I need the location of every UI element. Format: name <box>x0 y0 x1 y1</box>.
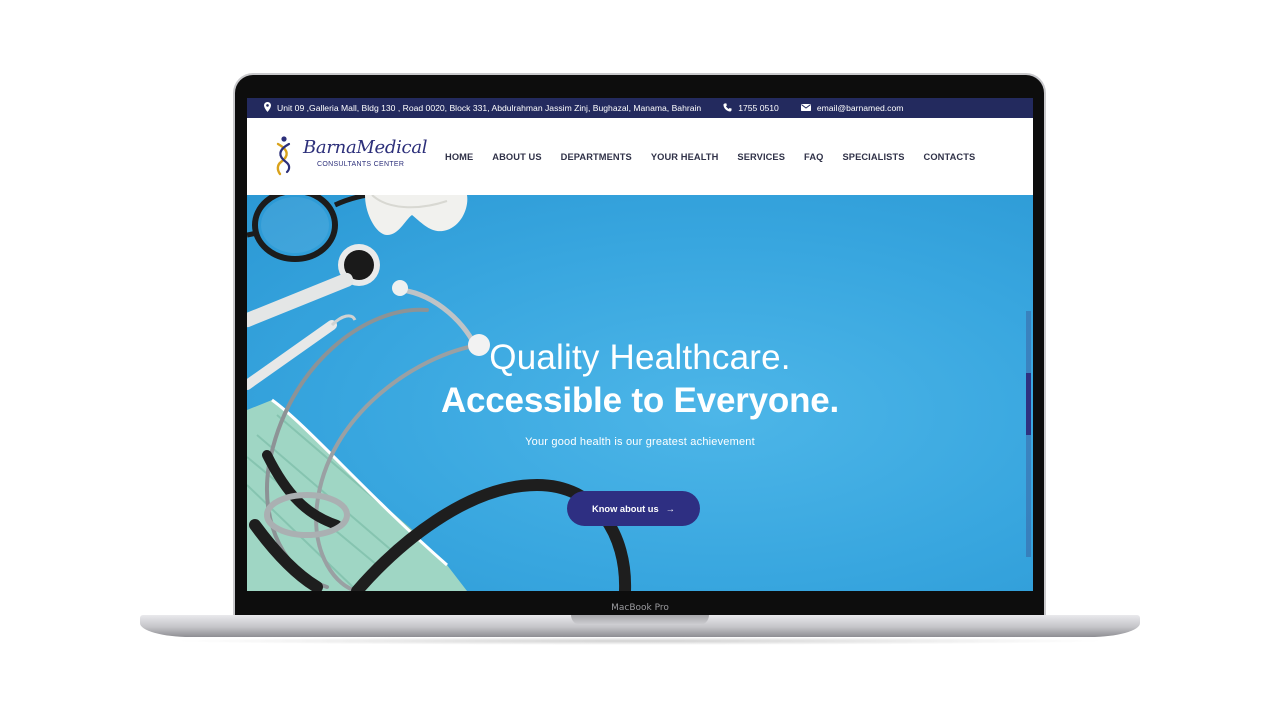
nav-contacts[interactable]: CONTACTS <box>924 152 976 162</box>
hero-title-line2: Accessible to Everyone. <box>440 381 840 420</box>
map-pin-icon <box>264 102 271 114</box>
arrow-right-icon: → <box>665 503 675 514</box>
phone-icon <box>723 102 732 114</box>
logo-subtitle: CONSULTANTS CENTER <box>317 161 405 168</box>
laptop-screen: Unit 09 ,Galleria Mall, Bldg 130 , Road … <box>247 98 1033 591</box>
know-about-us-label: Know about us <box>592 503 659 514</box>
email-text: email@barnamed.com <box>816 103 904 113</box>
logo-name: BarnaMedical <box>303 137 428 158</box>
nav-about-us[interactable]: ABOUT US <box>492 152 541 162</box>
envelope-icon <box>800 103 811 113</box>
email-info[interactable]: email@barnamed.com <box>800 103 904 113</box>
main-navigation: HOME ABOUT US DEPARTMENTS YOUR HEALTH SE… <box>445 118 994 195</box>
nav-faq[interactable]: FAQ <box>804 152 823 162</box>
address-text: Unit 09 ,Galleria Mall, Bldg 130 , Road … <box>277 103 702 113</box>
nav-your-health[interactable]: YOUR HEALTH <box>651 152 719 162</box>
know-about-us-button[interactable]: Know about us → <box>567 491 700 526</box>
tooth-model-image <box>365 195 468 235</box>
address-info: Unit 09 ,Galleria Mall, Bldg 130 , Road … <box>264 102 701 114</box>
logo-mark-icon <box>276 136 291 176</box>
top-info-bar: Unit 09 ,Galleria Mall, Bldg 130 , Road … <box>247 98 1033 118</box>
site-header: BarnaMedical CONSULTANTS CENTER HOME ABO… <box>247 118 1033 195</box>
site-logo[interactable]: BarnaMedical CONSULTANTS CENTER <box>275 136 428 176</box>
nav-specialists[interactable]: SPECIALISTS <box>842 152 904 162</box>
device-label: MacBook Pro <box>611 603 669 613</box>
slider-scrollbar-thumb[interactable] <box>1026 373 1031 435</box>
nav-departments[interactable]: DEPARTMENTS <box>561 152 632 162</box>
nav-home[interactable]: HOME <box>445 152 473 162</box>
phone-text: 1755 0510 <box>738 103 779 113</box>
phone-info[interactable]: 1755 0510 <box>723 102 779 114</box>
slider-scrollbar[interactable] <box>1026 311 1031 557</box>
nav-services[interactable]: SERVICES <box>737 152 785 162</box>
hero-subtitle: Your good health is our greatest achieve… <box>525 436 755 448</box>
hero-section: Quality Healthcare. Accessible to Everyo… <box>247 195 1033 591</box>
laptop-notch <box>571 615 709 625</box>
hero-title-line1: Quality Healthcare. <box>489 338 791 377</box>
laptop-shadow <box>170 637 1110 645</box>
